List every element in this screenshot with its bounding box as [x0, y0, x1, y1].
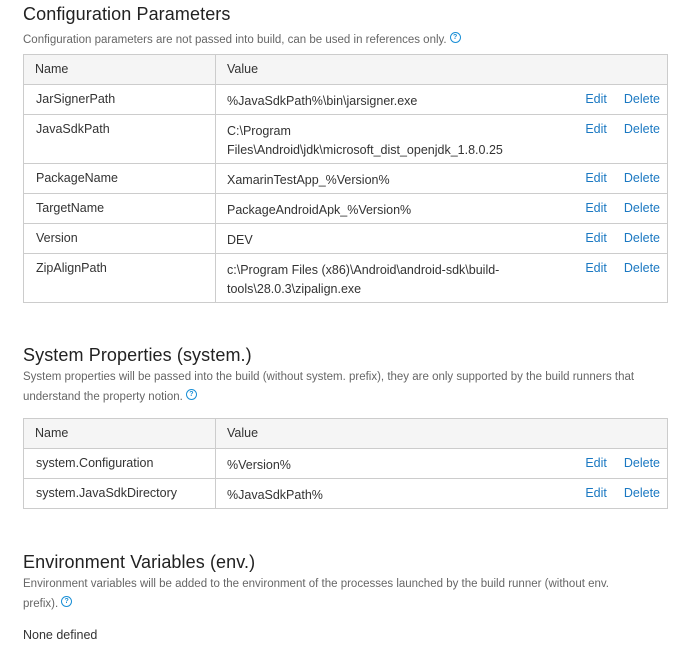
param-name: PackageName [23, 163, 216, 194]
param-value: %JavaSdkPath% [215, 478, 576, 509]
empty-state-text: None defined [23, 628, 98, 642]
row-actions: Edit Delete [575, 114, 669, 164]
env-description: Environment variables will be added to t… [23, 574, 667, 614]
table-row: TargetName PackageAndroidApk_%Version% E… [23, 193, 669, 224]
table-row: system.Configuration %Version% Edit Delet… [23, 448, 669, 479]
param-value: C:\Program Files\Android\jdk\microsoft_di… [215, 114, 576, 164]
param-value-line: tools\28.0.3\zipalign.exe [227, 282, 362, 296]
param-name: ZipAlignPath [23, 253, 216, 303]
edit-link[interactable]: Edit [585, 201, 607, 215]
config-description: Configuration parameters are not passed … [23, 30, 667, 50]
env-title: Environment Variables (env.) [23, 552, 256, 572]
system-table: Name Value system.Configuration %Version… [23, 418, 669, 509]
table-row: system.JavaSdkDirectory %JavaSdkPath% Ed… [23, 478, 669, 509]
config-section: Configuration Parameters Configuration p… [23, 3, 667, 50]
param-name: system.JavaSdkDirectory [23, 478, 216, 509]
env-section: Environment Variables (env.) Environment… [23, 551, 667, 642]
param-name: JarSignerPath [23, 84, 216, 115]
delete-link[interactable]: Delete [624, 122, 660, 136]
param-value: c:\Program Files (x86)\Android\android-s… [215, 253, 576, 303]
config-table: Name Value JarSignerPath %JavaSdkPath%\b… [23, 54, 669, 303]
config-title: Configuration Parameters [23, 4, 231, 24]
edit-link[interactable]: Edit [585, 122, 607, 136]
param-value: PackageAndroidApk_%Version% [215, 193, 576, 224]
table-row: ZipAlignPath c:\Program Files (x86)\Andr… [23, 253, 669, 303]
table-row: Version DEV Edit Delete [23, 223, 669, 254]
column-header-value: Value [214, 54, 669, 85]
row-actions: Edit Delete [575, 478, 669, 509]
param-value-line: c:\Program Files (x86)\Android\android-s… [227, 263, 500, 277]
column-header-value: Value [214, 418, 669, 449]
edit-link[interactable]: Edit [585, 171, 607, 185]
config-description-text: Configuration parameters are not passed … [23, 34, 447, 46]
edit-link[interactable]: Edit [585, 231, 607, 245]
system-description: System properties will be passed into th… [23, 367, 667, 407]
param-value: XamarinTestApp_%Version% [215, 163, 576, 194]
delete-link[interactable]: Delete [624, 456, 660, 470]
param-value: %Version% [215, 448, 576, 479]
param-value: %JavaSdkPath%\bin\jarsigner.exe [215, 84, 576, 115]
row-actions: Edit Delete [575, 163, 669, 194]
param-name: Version [23, 223, 216, 254]
system-table-wrap: Name Value system.Configuration %Version… [23, 418, 669, 509]
param-value-line: Files\Android\jdk\microsoft_dist_openjdk… [227, 143, 503, 157]
row-actions: Edit Delete [575, 223, 669, 254]
system-description-line: System properties will be passed into th… [23, 371, 635, 383]
edit-link[interactable]: Edit [585, 92, 607, 106]
help-icon[interactable]: ? [185, 389, 197, 400]
config-table-wrap: Name Value JarSignerPath %JavaSdkPath%\b… [23, 54, 669, 303]
edit-link[interactable]: Edit [585, 261, 607, 275]
delete-link[interactable]: Delete [624, 231, 660, 245]
delete-link[interactable]: Delete [624, 486, 660, 500]
table-header: Name Value [23, 418, 669, 449]
param-value-line: C:\Program [227, 124, 291, 138]
row-actions: Edit Delete [575, 84, 669, 115]
row-actions: Edit Delete [575, 448, 669, 479]
system-description-line: understand the property notion. [23, 391, 183, 403]
env-description-line: Environment variables will be added to t… [23, 578, 609, 590]
column-header-name: Name [23, 418, 216, 449]
table-row: JavaSdkPath C:\Program Files\Android\jdk\… [23, 114, 669, 164]
param-name: TargetName [23, 193, 216, 224]
param-value: DEV [215, 223, 576, 254]
edit-link[interactable]: Edit [585, 456, 607, 470]
delete-link[interactable]: Delete [624, 171, 660, 185]
delete-link[interactable]: Delete [624, 201, 660, 215]
edit-link[interactable]: Edit [585, 486, 607, 500]
help-icon[interactable]: ? [61, 596, 73, 607]
env-description-line: prefix). [23, 598, 59, 610]
delete-link[interactable]: Delete [624, 261, 660, 275]
table-row: PackageName XamarinTestApp_%Version% Edi… [23, 163, 669, 194]
system-title: System Properties (system.) [23, 345, 252, 365]
row-actions: Edit Delete [575, 253, 669, 303]
delete-link[interactable]: Delete [624, 92, 660, 106]
system-section: System Properties (system.) System prope… [23, 344, 667, 407]
column-header-name: Name [23, 54, 216, 85]
param-name: system.Configuration [23, 448, 216, 479]
param-name: JavaSdkPath [23, 114, 216, 164]
table-header: Name Value [23, 54, 669, 85]
row-actions: Edit Delete [575, 193, 669, 224]
table-row: JarSignerPath %JavaSdkPath%\bin\jarsigne… [23, 84, 669, 115]
help-icon[interactable]: ? [449, 32, 461, 43]
